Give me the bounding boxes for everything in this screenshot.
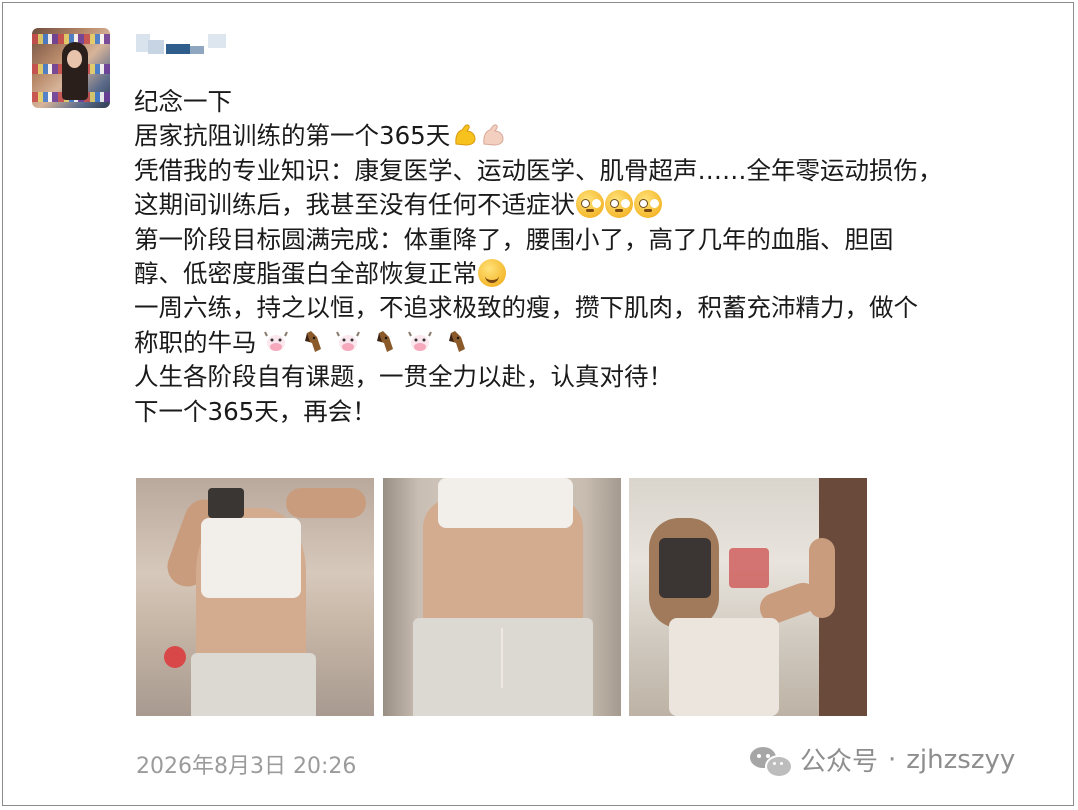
photo-thumbnail-1[interactable] (136, 478, 374, 716)
horse-face-icon (304, 330, 321, 352)
watermark-separator: · (888, 744, 897, 775)
post-line-9: 人生各阶段自有课题，一贯全力以赴，认真对待！ (134, 362, 673, 392)
post-line-3: 凭借我的专业知识：康复医学、运动医学、肌骨超声……全年零运动损伤， (134, 155, 943, 185)
username-blurred[interactable] (136, 32, 228, 56)
pleading-face-icon (634, 190, 662, 219)
cow-face-icon (335, 331, 360, 351)
post-line-5: 第一阶段目标圆满完成：体重降了，腰围小了，高了几年的血脂、胆固 (134, 224, 894, 254)
post-text: 纪念一下 居家抗阻训练的第一个365天 凭借我的专业知识：康复医学、运动医学、肌… (134, 85, 1044, 429)
flexed-biceps-icon (455, 124, 476, 146)
post-line-6: 醇、低密度脂蛋白全部恢复正常 (134, 257, 1044, 291)
user-avatar[interactable] (32, 28, 110, 108)
post-timestamp: 2026年8月3日 20:26 (136, 754, 357, 779)
photo-thumbnail-2[interactable] (383, 478, 621, 716)
wechat-icon (748, 743, 793, 778)
horse-face-icon (448, 330, 465, 352)
post-line-10: 下一个365天，再会！ (134, 396, 377, 426)
wechat-watermark: 公众号 · zjhzszyy (748, 741, 1015, 778)
watermark-label: 公众号 (800, 747, 879, 777)
post-line-4: 这期间训练后，我甚至没有任何不适症状 (134, 188, 1044, 222)
post-line-1: 纪念一下 (134, 87, 232, 116)
pleading-face-icon (576, 190, 604, 219)
post-line-8: 称职的牛马 (134, 326, 1044, 360)
horse-face-icon (376, 330, 393, 352)
post-line-7: 一周六练，持之以恒，不追求极致的瘦，攒下肌肉，积蓄充沛精力，做个 (134, 293, 918, 323)
smiling-face-icon (478, 258, 506, 287)
post-line-2: 居家抗阻训练的第一个365天 (134, 119, 1044, 153)
pleading-face-icon (605, 190, 633, 219)
photo-thumbnail-3[interactable] (629, 478, 867, 716)
cow-face-icon (263, 331, 288, 351)
watermark-account: zjhzszyy (906, 744, 1016, 775)
cow-face-icon (407, 331, 432, 351)
flexed-biceps-light-icon (483, 124, 504, 146)
